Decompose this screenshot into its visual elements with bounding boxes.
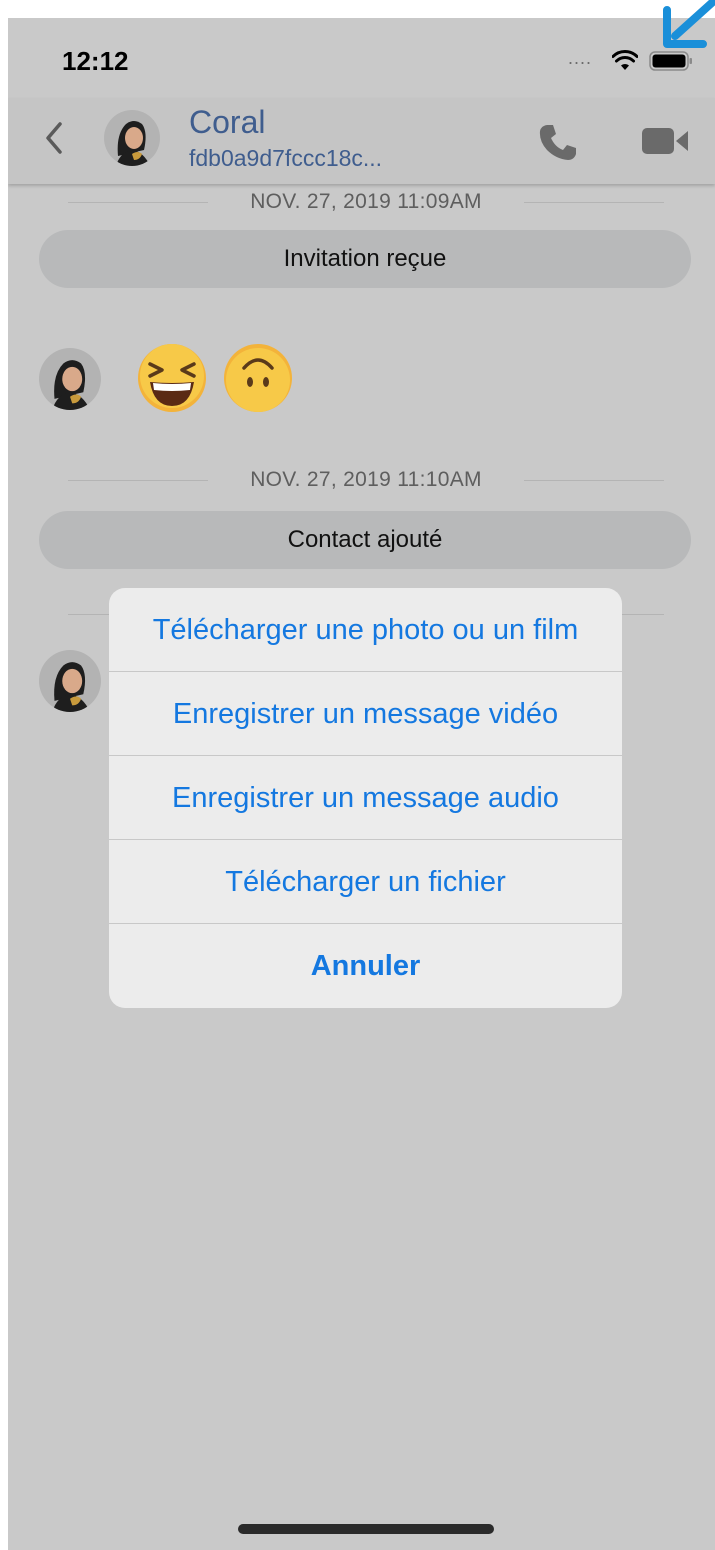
date-separator: NOV. 27, 2019 11:10AM — [68, 466, 664, 496]
status-bar: 12:12 .... — [8, 18, 715, 98]
home-indicator[interactable] — [238, 1524, 494, 1534]
record-audio-message-button[interactable]: Enregistrer un message audio — [109, 756, 622, 840]
upload-file-button[interactable]: Télécharger un fichier — [109, 840, 622, 924]
wifi-icon — [612, 50, 638, 70]
chat-header: Coral fdb0a9d7fccc18c... — [8, 98, 715, 184]
phone-icon[interactable] — [538, 122, 578, 162]
event-invitation: Invitation reçue — [39, 230, 691, 288]
annotation-arrow-icon — [663, 0, 715, 48]
back-icon[interactable] — [40, 118, 68, 158]
message-avatar[interactable] — [39, 348, 101, 410]
date-separator: NOV. 27, 2019 11:09AM — [68, 188, 664, 218]
contact-name[interactable]: Coral — [189, 104, 265, 141]
event-contact-added: Contact ajouté — [39, 511, 691, 569]
upload-photo-or-video-button[interactable]: Télécharger une photo ou un film — [109, 588, 622, 672]
laughing-squinting-face-icon — [138, 344, 206, 412]
signal-icon: .... — [568, 48, 593, 68]
video-camera-icon[interactable] — [642, 126, 690, 156]
contact-id[interactable]: fdb0a9d7fccc18c... — [189, 145, 382, 172]
record-video-message-button[interactable]: Enregistrer un message vidéo — [109, 672, 622, 756]
cancel-button[interactable]: Annuler — [109, 924, 622, 1008]
chat-screen: 12:12 .... Coral fdb0a9d7fccc18c... NOV.… — [8, 18, 715, 1550]
status-time: 12:12 — [62, 46, 129, 76]
action-sheet: Télécharger une photo ou un film Enregis… — [109, 588, 622, 1008]
message-avatar[interactable] — [39, 650, 101, 712]
avatar[interactable] — [104, 110, 160, 166]
upside-down-face-icon — [224, 344, 292, 412]
